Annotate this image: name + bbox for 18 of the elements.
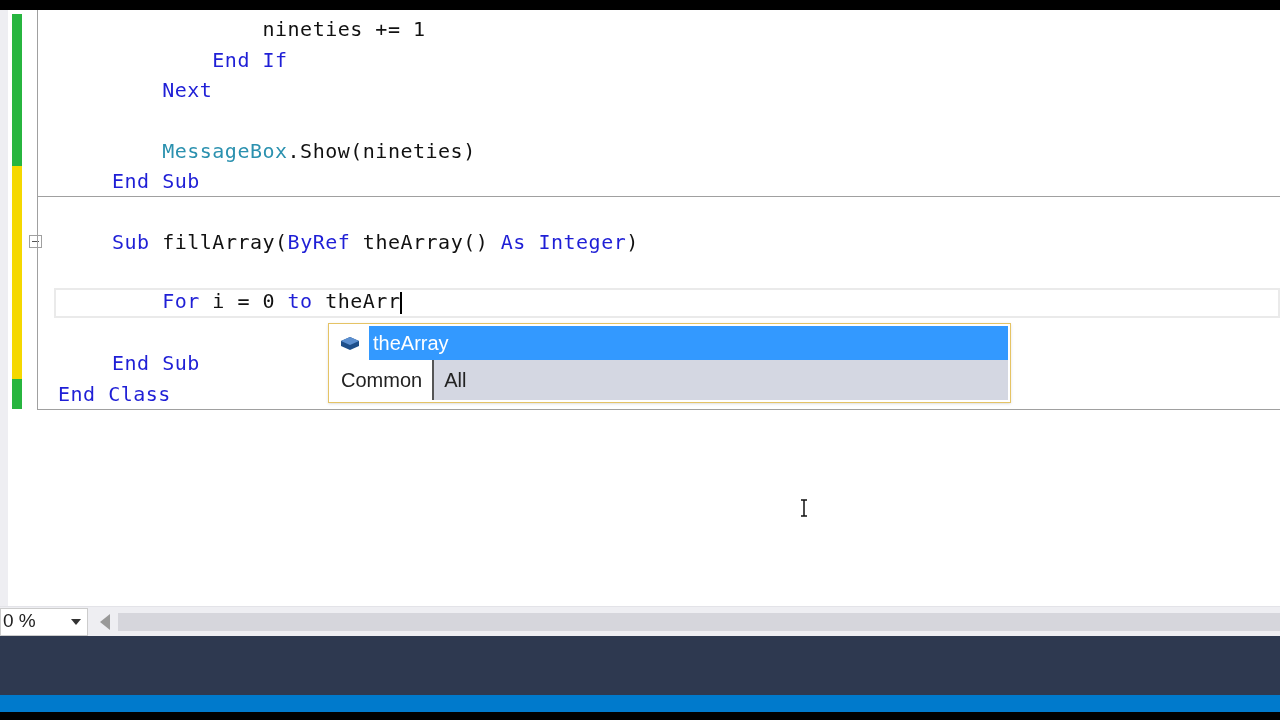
zoom-dropdown[interactable]: 0 % <box>0 607 88 636</box>
scroll-left-icon[interactable] <box>100 613 110 630</box>
filter-tab[interactable]: All <box>434 360 1008 400</box>
horizontal-scrollbar[interactable] <box>118 612 1280 631</box>
field-icon <box>339 334 361 352</box>
code-line: End If <box>211 49 288 70</box>
text-cursor-icon <box>800 499 808 517</box>
code-line: Next <box>161 79 213 100</box>
code-line: End Sub <box>112 171 200 192</box>
code-line: End Class <box>58 383 171 404</box>
code-line: Sub fillArray(ByRef theArray() As Integer) <box>112 231 639 252</box>
code-line: nineties += 1 <box>261 19 426 40</box>
code-line: End Sub <box>112 353 200 374</box>
collapse-icon[interactable] <box>28 235 42 249</box>
code-line: For i = 0 to theArr <box>161 291 403 314</box>
code-line: MessageBox.Show(nineties) <box>161 140 476 161</box>
caret-icon <box>71 618 81 625</box>
code-editor[interactable]: nineties += 1 End If Next MessageBox.Show(nineties) End Sub Sub fillArray(ByRef theArray() As Integer) For i = 0 to theArr End Sub End Class theArray Common All <box>0 10 1280 606</box>
